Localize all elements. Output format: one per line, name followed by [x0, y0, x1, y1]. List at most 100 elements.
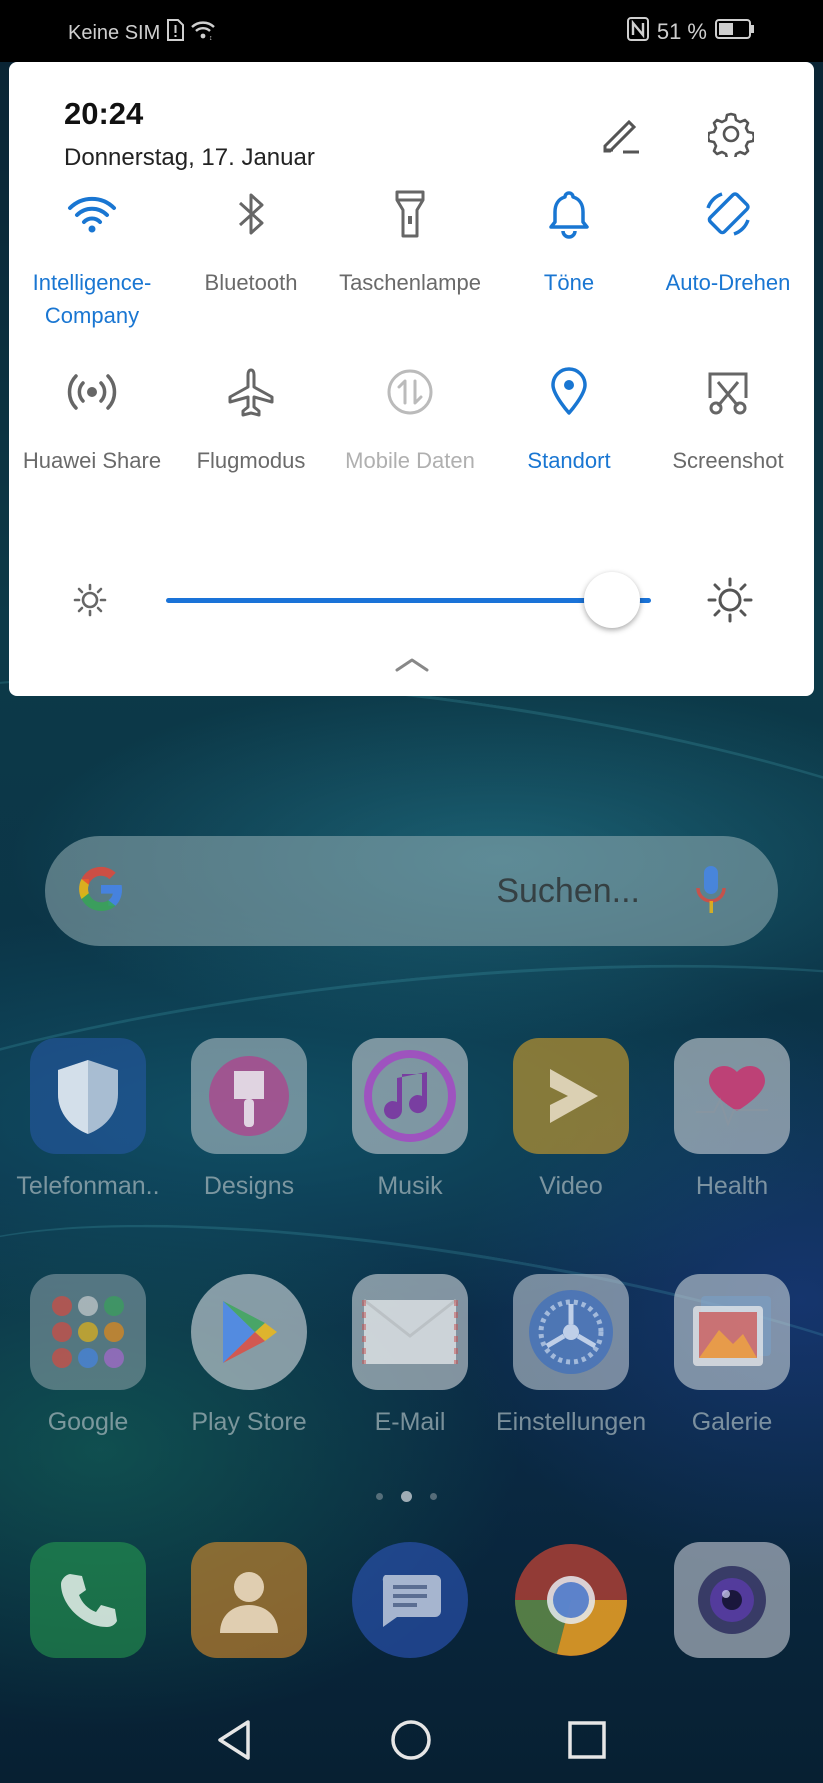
edit-icon[interactable] [595, 108, 647, 160]
dock-camera[interactable] [657, 1542, 807, 1658]
tile-label: Flugmodus [196, 448, 306, 473]
collapse-chevron-icon[interactable] [394, 656, 430, 679]
tile-sound[interactable]: Töne [490, 184, 648, 299]
dock-contacts[interactable] [174, 1542, 324, 1658]
app-google-folder[interactable]: Google [13, 1274, 163, 1437]
tile-huawei-share[interactable]: Huawei Share [13, 362, 171, 477]
app-play-store[interactable]: Play Store [174, 1274, 324, 1437]
shield-icon [30, 1038, 146, 1154]
play-icon [513, 1038, 629, 1154]
microphone-icon[interactable] [694, 864, 728, 923]
airplane-icon [221, 362, 281, 422]
camera-icon [674, 1542, 790, 1658]
screenshot-icon [698, 362, 758, 422]
wifi-icon [62, 184, 122, 244]
app-galerie[interactable]: Galerie [657, 1274, 807, 1437]
heart-icon [674, 1038, 790, 1154]
tile-label: Taschenlampe [339, 270, 481, 295]
dock-chrome[interactable] [496, 1542, 646, 1658]
navigation-bar [0, 1696, 823, 1783]
tile-label: Bluetooth [204, 270, 298, 295]
dock-messages[interactable] [335, 1542, 485, 1658]
tile-label: Mobile Daten [345, 448, 475, 473]
page-dot[interactable] [430, 1493, 437, 1500]
chrome-icon [513, 1542, 629, 1658]
dock-phone[interactable] [13, 1542, 163, 1658]
tile-airplane[interactable]: Flugmodus [172, 362, 330, 477]
app-label: Google [47, 1408, 129, 1436]
auto-rotate-icon [698, 184, 758, 244]
home-icon[interactable] [387, 1716, 435, 1764]
wifi-status-icon: ↕ [190, 20, 216, 46]
battery-icon [715, 18, 755, 46]
app-email[interactable]: E-Mail [335, 1274, 485, 1437]
app-label: Play Store [191, 1408, 307, 1436]
tile-label: Töne [543, 270, 595, 295]
clock-date: Donnerstag, 17. Januar [64, 144, 315, 171]
tile-bluetooth[interactable]: Bluetooth [172, 184, 330, 299]
app-label: Health [695, 1172, 769, 1200]
flashlight-icon [380, 184, 440, 244]
app-label: Telefonman.. [16, 1172, 160, 1200]
tile-location[interactable]: Standort [490, 362, 648, 477]
google-folder-icon [30, 1274, 146, 1390]
brush-icon [191, 1038, 307, 1154]
brightness-slider-track[interactable] [166, 598, 651, 603]
app-health[interactable]: Health [657, 1038, 807, 1201]
app-label: Galerie [691, 1408, 773, 1436]
clock-time: 20:24 [64, 96, 144, 131]
phone-icon [30, 1542, 146, 1658]
app-telefonmanager[interactable]: Telefonman.. [13, 1038, 163, 1201]
tile-wifi[interactable]: Intelligence- Company [13, 184, 171, 332]
bluetooth-icon [221, 184, 281, 244]
contacts-icon [191, 1542, 307, 1658]
app-label: Designs [203, 1172, 295, 1200]
app-label: Einstellungen [496, 1408, 647, 1436]
back-icon[interactable] [210, 1716, 258, 1764]
page-indicator [376, 1491, 437, 1502]
app-video[interactable]: Video [496, 1038, 646, 1201]
gallery-icon [674, 1274, 790, 1390]
svg-text:↕: ↕ [209, 35, 213, 40]
tile-mobile-data[interactable]: Mobile Daten [331, 362, 489, 477]
mobile-data-icon [380, 362, 440, 422]
no-sim-icon [166, 19, 185, 47]
location-icon [539, 362, 599, 422]
tile-label: Standort [527, 448, 611, 473]
app-musik[interactable]: Musik [335, 1038, 485, 1201]
search-placeholder: Suchen... [496, 872, 640, 910]
page-dot-active[interactable] [401, 1491, 412, 1502]
huawei-share-icon [62, 362, 122, 422]
status-bar: Keine SIM ↕ 51 % [0, 0, 823, 62]
gear-icon[interactable] [705, 108, 757, 160]
tile-label: Intelligence- Company [32, 270, 152, 328]
page-dot[interactable] [376, 1493, 383, 1500]
brightness-slider-thumb[interactable] [584, 572, 641, 628]
google-search-bar[interactable]: Suchen... [45, 836, 778, 946]
messages-icon [352, 1542, 468, 1658]
battery-percent: 51 % [656, 19, 707, 44]
app-designs[interactable]: Designs [174, 1038, 324, 1201]
tile-label: Huawei Share [22, 448, 162, 473]
tile-label: Auto-Drehen [665, 270, 791, 295]
google-logo-icon [75, 863, 127, 920]
tile-screenshot[interactable]: Screenshot [649, 362, 807, 477]
brightness-high-icon [706, 576, 754, 629]
settings-wheel-icon [513, 1274, 629, 1390]
music-note-icon [352, 1038, 468, 1154]
play-store-icon [191, 1274, 307, 1390]
tile-flashlight[interactable]: Taschenlampe [331, 184, 489, 299]
app-label: Video [539, 1172, 603, 1200]
bell-icon [539, 184, 599, 244]
home-screen: Suchen... Telefonman.. Designs Musik Vid… [0, 696, 823, 1783]
quick-settings-panel: 20:24 Donnerstag, 17. Januar Intelligenc… [9, 62, 814, 696]
app-label: Musik [377, 1172, 443, 1200]
tile-label: Screenshot [672, 448, 784, 473]
app-label: E-Mail [374, 1408, 446, 1436]
tile-auto-rotate[interactable]: Auto-Drehen [649, 184, 807, 299]
brightness-low-icon [72, 582, 108, 623]
nfc-icon [626, 17, 649, 47]
app-einstellungen[interactable]: Einstellungen [496, 1274, 646, 1437]
recents-icon[interactable] [563, 1716, 611, 1764]
screen: Keine SIM ↕ 51 % Suchen... Telefonman.. … [0, 0, 823, 1783]
